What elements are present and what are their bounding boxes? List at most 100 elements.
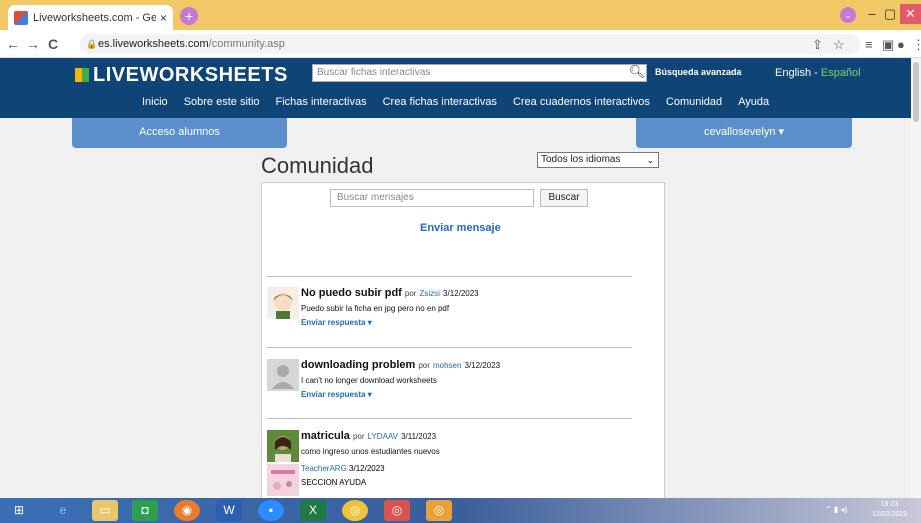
word-icon[interactable]: W <box>216 500 242 521</box>
window-minimize-button[interactable]: – <box>864 4 880 24</box>
post-subject[interactable]: downloading problem <box>301 359 415 371</box>
lock-icon: 🔒 <box>86 39 98 49</box>
tab-title: Liveworksheets.com - Generado <box>33 11 156 24</box>
reply-link[interactable]: Enviar respuesta ▾ <box>301 390 372 399</box>
back-arrow-icon[interactable]: ← <box>6 36 20 52</box>
language-select-value: Todos los idiomas <box>541 154 621 165</box>
nav-crea-cuadernos[interactable]: Crea cuadernos interactivos <box>513 96 650 108</box>
nav-fichas[interactable]: Fichas interactivas <box>276 96 367 108</box>
post-subject[interactable]: matricula <box>301 430 350 442</box>
bookmark-star-icon[interactable]: ☆ <box>833 37 845 53</box>
post-by: por <box>418 361 430 370</box>
post-body: Puedo subir la ficha en jpg pero no en p… <box>301 304 450 313</box>
clock-time: 19:23 <box>880 501 899 508</box>
post-title: matricula por LYDAAV 3/11/2023 <box>301 430 436 442</box>
store-icon[interactable]: ◘ <box>132 500 158 521</box>
main-nav: Inicio Sobre este sitio Fichas interacti… <box>142 96 785 108</box>
page-scrollbar[interactable] <box>911 58 921 498</box>
language-switch: English - Español <box>775 67 861 79</box>
lang-es-link[interactable]: Español <box>821 67 861 79</box>
post-date: 3/12/2023 <box>443 289 479 298</box>
nav-comunidad[interactable]: Comunidad <box>666 96 722 108</box>
post-body: I can't no longer download worksheets <box>301 376 437 385</box>
nav-sobre[interactable]: Sobre este sitio <box>184 96 260 108</box>
post-user-link[interactable]: mohsen <box>433 361 461 370</box>
message-search-input[interactable]: Buscar mensajes <box>330 189 534 207</box>
chrome-icon[interactable]: ◎ <box>342 500 368 521</box>
new-tab-button[interactable]: + <box>180 7 198 25</box>
worksheet-search-input[interactable]: Buscar fichas interactivas <box>312 64 647 82</box>
reply-avatar-icon <box>267 464 299 496</box>
reply-body: SECCION AYUDA <box>301 478 367 487</box>
post-body: como ingreso unos estudiantes nuevos <box>301 447 440 456</box>
post-by: por <box>404 289 417 298</box>
advanced-search-link[interactable]: Búsqueda avanzada <box>655 67 742 77</box>
scrollbar-thumb[interactable] <box>913 62 919 122</box>
excel-icon[interactable]: X <box>300 500 326 521</box>
url-path: /community.asp <box>208 38 285 50</box>
reading-list-icon[interactable]: ≡ <box>865 37 873 52</box>
zoom-icon[interactable]: ▪ <box>258 500 284 521</box>
lang-en-link[interactable]: English <box>775 67 811 79</box>
page-title: Comunidad <box>261 153 374 178</box>
message-search-button[interactable]: Buscar <box>540 189 588 207</box>
windows-taskbar: ⊞ e ▭ ◘ ◉ W ▪ X ◎ ◎ ◎ ⌃ ▮ ◂) 19:23 12/03… <box>0 498 921 523</box>
post-user-link[interactable]: Zsizsi <box>420 289 440 298</box>
divider <box>267 347 632 348</box>
site-favicon-icon <box>14 10 28 25</box>
post-title: No puedo subir pdf por Zsizsi 3/12/2023 <box>301 287 479 299</box>
reply-link[interactable]: Enviar respuesta ▾ <box>301 318 372 327</box>
sidepanel-icon[interactable]: ▣ <box>882 37 894 53</box>
firefox-icon[interactable]: ◉ <box>174 500 200 521</box>
post-title: downloading problem por mohsen 3/12/2023 <box>301 359 500 371</box>
language-select[interactable]: Todos los idiomas ⌄ <box>537 152 659 168</box>
window-maximize-button[interactable]: ▢ <box>882 4 898 24</box>
file-explorer-icon[interactable]: ▭ <box>92 500 118 521</box>
site-logo[interactable]: LIVEWORKSHEETS <box>75 64 288 87</box>
kebab-menu-icon[interactable]: ⋮ <box>912 37 921 53</box>
post-by: por <box>352 432 365 441</box>
reload-icon[interactable]: C <box>48 36 58 52</box>
system-tray-icons[interactable]: ⌃ ▮ ◂) <box>825 505 847 514</box>
community-panel: Buscar mensajes Buscar Enviar mensaje No… <box>261 182 665 502</box>
site-header: LIVEWORKSHEETS Buscar fichas interactiva… <box>0 58 921 118</box>
clock-date: 12/03/2023 <box>872 511 908 518</box>
windows-start-icon[interactable]: ⊞ <box>6 500 32 521</box>
chrome-window-icon[interactable]: ◎ <box>426 500 452 521</box>
window-close-button[interactable]: ✕ <box>900 4 921 24</box>
tab-search-dropdown-icon[interactable]: ⌄ <box>840 7 856 23</box>
user-menu-button[interactable]: cevallosevelyn ▾ <box>636 118 852 148</box>
tab-close-icon[interactable]: × <box>160 11 167 25</box>
post-date: 3/11/2023 <box>401 432 437 441</box>
nav-inicio[interactable]: Inicio <box>142 96 168 108</box>
post-date: 3/12/2023 <box>464 361 501 370</box>
lang-separator: - <box>811 67 821 79</box>
browser-tab-strip: Liveworksheets.com - Generado × + ⌄ – ▢ … <box>0 0 921 30</box>
url-domain: es.liveworksheets.com <box>98 38 209 50</box>
chrome-active-icon[interactable]: ◎ <box>384 500 410 521</box>
forward-arrow-icon[interactable]: → <box>26 36 40 52</box>
anime-avatar-icon <box>267 287 299 319</box>
avatar-icon[interactable]: ● <box>897 37 905 52</box>
search-icon[interactable]: 🔍︎ <box>628 64 646 82</box>
browser-tab[interactable]: Liveworksheets.com - Generado × <box>8 5 173 30</box>
share-icon[interactable]: ⇪ <box>812 37 823 53</box>
divider <box>267 276 632 277</box>
student-access-button[interactable]: Acceso alumnos <box>72 118 287 148</box>
chevron-down-icon: ⌄ <box>646 155 654 165</box>
logo-mark-icon <box>75 68 89 82</box>
url-bar[interactable]: 🔒 es.liveworksheets.com/community.asp <box>80 34 860 54</box>
default-user-avatar-icon <box>267 359 299 391</box>
post-subject[interactable]: No puedo subir pdf <box>301 287 402 299</box>
photo-avatar-icon <box>267 430 299 462</box>
taskbar-clock[interactable]: 19:23 12/03/2023 <box>872 500 907 520</box>
internet-explorer-icon[interactable]: e <box>50 500 76 521</box>
reply-user-link[interactable]: TeacherARG <box>301 464 347 473</box>
divider <box>267 418 632 419</box>
address-bar-row: ← → C 🔒 es.liveworksheets.com/community.… <box>0 30 921 58</box>
nav-crea-fichas[interactable]: Crea fichas interactivas <box>383 96 497 108</box>
reply-header: TeacherARG 3/12/2023 <box>301 464 385 473</box>
send-message-link[interactable]: Enviar mensaje <box>420 222 501 234</box>
nav-ayuda[interactable]: Ayuda <box>738 96 769 108</box>
post-user-link[interactable]: LYDAAV <box>368 432 398 441</box>
